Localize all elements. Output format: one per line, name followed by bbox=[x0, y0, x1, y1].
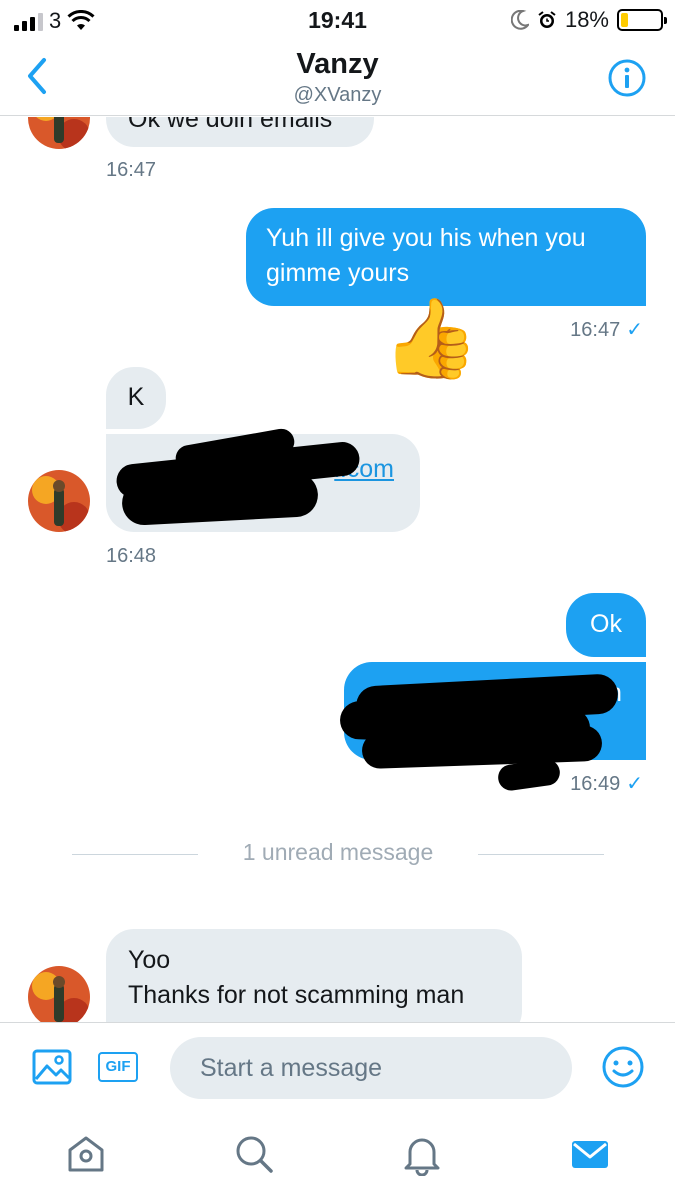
message-text-line: Yoo bbox=[128, 946, 171, 974]
timestamp-text: 16:47 bbox=[570, 319, 621, 341]
gif-icon[interactable]: GIF bbox=[98, 1052, 138, 1082]
message-text: K bbox=[127, 383, 145, 411]
message-timestamp: 16:49 ✓ bbox=[570, 771, 643, 796]
message-bubble-incoming[interactable]: K bbox=[106, 367, 166, 429]
image-icon[interactable] bbox=[32, 1047, 72, 1087]
message-input[interactable] bbox=[170, 1037, 572, 1099]
sent-check-icon: ✓ bbox=[626, 773, 643, 795]
message-bubble-outgoing[interactable]: Ok bbox=[566, 593, 646, 657]
message-bubble-outgoing[interactable]: Yuh ill give you his when you gimme your… bbox=[246, 208, 646, 306]
conversation-header: Vanzy @XVanzy bbox=[0, 40, 675, 116]
message-text: Ok bbox=[590, 610, 622, 638]
contact-name[interactable]: Vanzy bbox=[0, 48, 675, 81]
moon-icon bbox=[510, 10, 529, 30]
battery-level bbox=[621, 13, 628, 27]
thumbs-up-emoji: 👍 bbox=[382, 294, 480, 382]
unread-divider-text: 1 unread message bbox=[218, 839, 458, 865]
message-bubble-incoming[interactable]: Ok we doin emails bbox=[106, 117, 374, 147]
contact-handle[interactable]: @XVanzy bbox=[0, 84, 675, 107]
sent-check-icon: ✓ bbox=[626, 319, 643, 341]
message-text: Ok we doin emails bbox=[128, 117, 333, 133]
avatar[interactable] bbox=[28, 966, 90, 1022]
unread-divider-label: 1 unread message bbox=[72, 839, 604, 866]
messages-icon[interactable] bbox=[568, 1132, 612, 1176]
unread-divider: 1 unread message bbox=[72, 839, 604, 869]
emoji-icon[interactable] bbox=[601, 1045, 645, 1089]
tab-bar bbox=[0, 1114, 675, 1200]
notifications-icon[interactable] bbox=[400, 1132, 444, 1176]
alarm-icon bbox=[538, 11, 556, 28]
battery-percent: 18% bbox=[564, 7, 609, 32]
avatar[interactable] bbox=[28, 117, 90, 149]
status-bar: 3 19:41 18% bbox=[0, 0, 675, 40]
status-bar-right: 18% bbox=[510, 7, 667, 33]
message-bubble-incoming[interactable]: Yoo Thanks for not scamming man bbox=[106, 929, 522, 1022]
message-composer: GIF bbox=[0, 1022, 675, 1114]
message-text: Yuh ill give you his when you gimme your… bbox=[266, 224, 586, 287]
message-timestamp: 16:47 bbox=[106, 159, 157, 181]
message-list[interactable]: Ok we doin emails 16:47 Yuh ill give you… bbox=[0, 117, 675, 1022]
info-icon[interactable] bbox=[607, 58, 647, 98]
timestamp-text: 16:49 bbox=[570, 773, 621, 795]
home-icon[interactable] bbox=[64, 1132, 108, 1176]
message-text-line: Thanks for not scamming man bbox=[128, 981, 465, 1009]
message-timestamp: 16:48 bbox=[106, 545, 157, 567]
avatar[interactable] bbox=[28, 470, 90, 532]
redaction-scribble bbox=[361, 724, 603, 770]
battery-icon bbox=[617, 9, 667, 31]
message-timestamp: 16:47 ✓ bbox=[570, 317, 643, 342]
search-icon[interactable] bbox=[232, 1132, 276, 1176]
